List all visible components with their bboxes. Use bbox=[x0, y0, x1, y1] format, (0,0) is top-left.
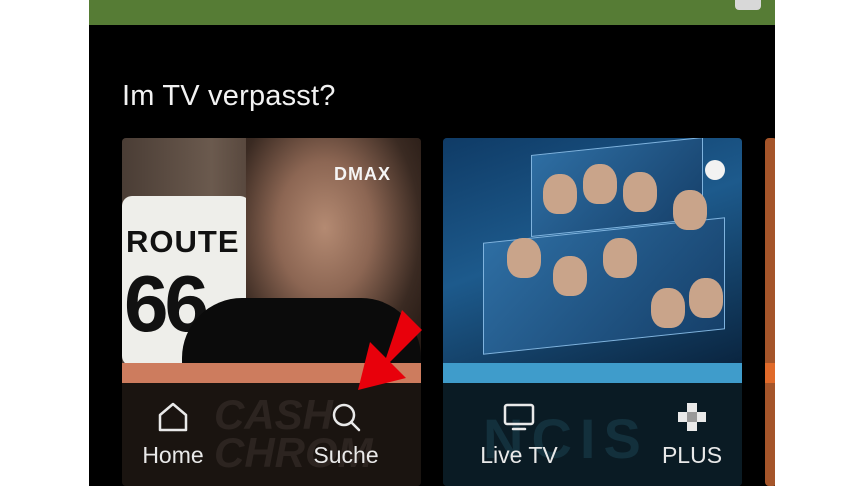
cast-member-face bbox=[583, 164, 617, 204]
bottom-nav: Home Suche Live TV PLUS bbox=[89, 385, 775, 486]
nav-plus[interactable]: PLUS bbox=[637, 385, 747, 469]
nav-livetv-label: Live TV bbox=[480, 442, 558, 468]
cast-member-face bbox=[673, 190, 707, 230]
nav-livetv[interactable]: Live TV bbox=[464, 385, 574, 469]
app-screen: Im TV verpasst? ROUTE 66 DMAX CASHCHROM bbox=[89, 0, 775, 486]
search-icon bbox=[332, 403, 361, 432]
channel-logo-sat1-icon bbox=[705, 160, 725, 180]
nav-search-label: Suche bbox=[313, 442, 379, 468]
top-banner[interactable] bbox=[89, 0, 775, 25]
nav-home-label: Home bbox=[142, 442, 204, 468]
sign-text-route: ROUTE bbox=[126, 224, 240, 259]
nav-home[interactable]: Home bbox=[118, 385, 228, 469]
plus-icon bbox=[678, 403, 706, 431]
cast-member-face bbox=[689, 278, 723, 318]
cast-member-face bbox=[603, 238, 637, 278]
cast-member-face bbox=[543, 174, 577, 214]
cast-member-face bbox=[507, 238, 541, 278]
home-icon bbox=[158, 402, 188, 432]
cast-member-face bbox=[553, 256, 587, 296]
nav-plus-label: PLUS bbox=[661, 442, 723, 468]
card-thumbnail bbox=[443, 138, 742, 363]
banner-icon bbox=[735, 0, 761, 10]
channel-logo-dmax: DMAX bbox=[334, 164, 391, 184]
section-title: Im TV verpasst? bbox=[122, 80, 336, 112]
tv-icon bbox=[503, 403, 535, 431]
annotation-arrow-icon bbox=[358, 310, 422, 390]
card-accent-bar bbox=[443, 363, 742, 383]
card-accent-bar bbox=[765, 363, 775, 383]
cast-member-face bbox=[623, 172, 657, 212]
cast-member-face bbox=[651, 288, 685, 328]
